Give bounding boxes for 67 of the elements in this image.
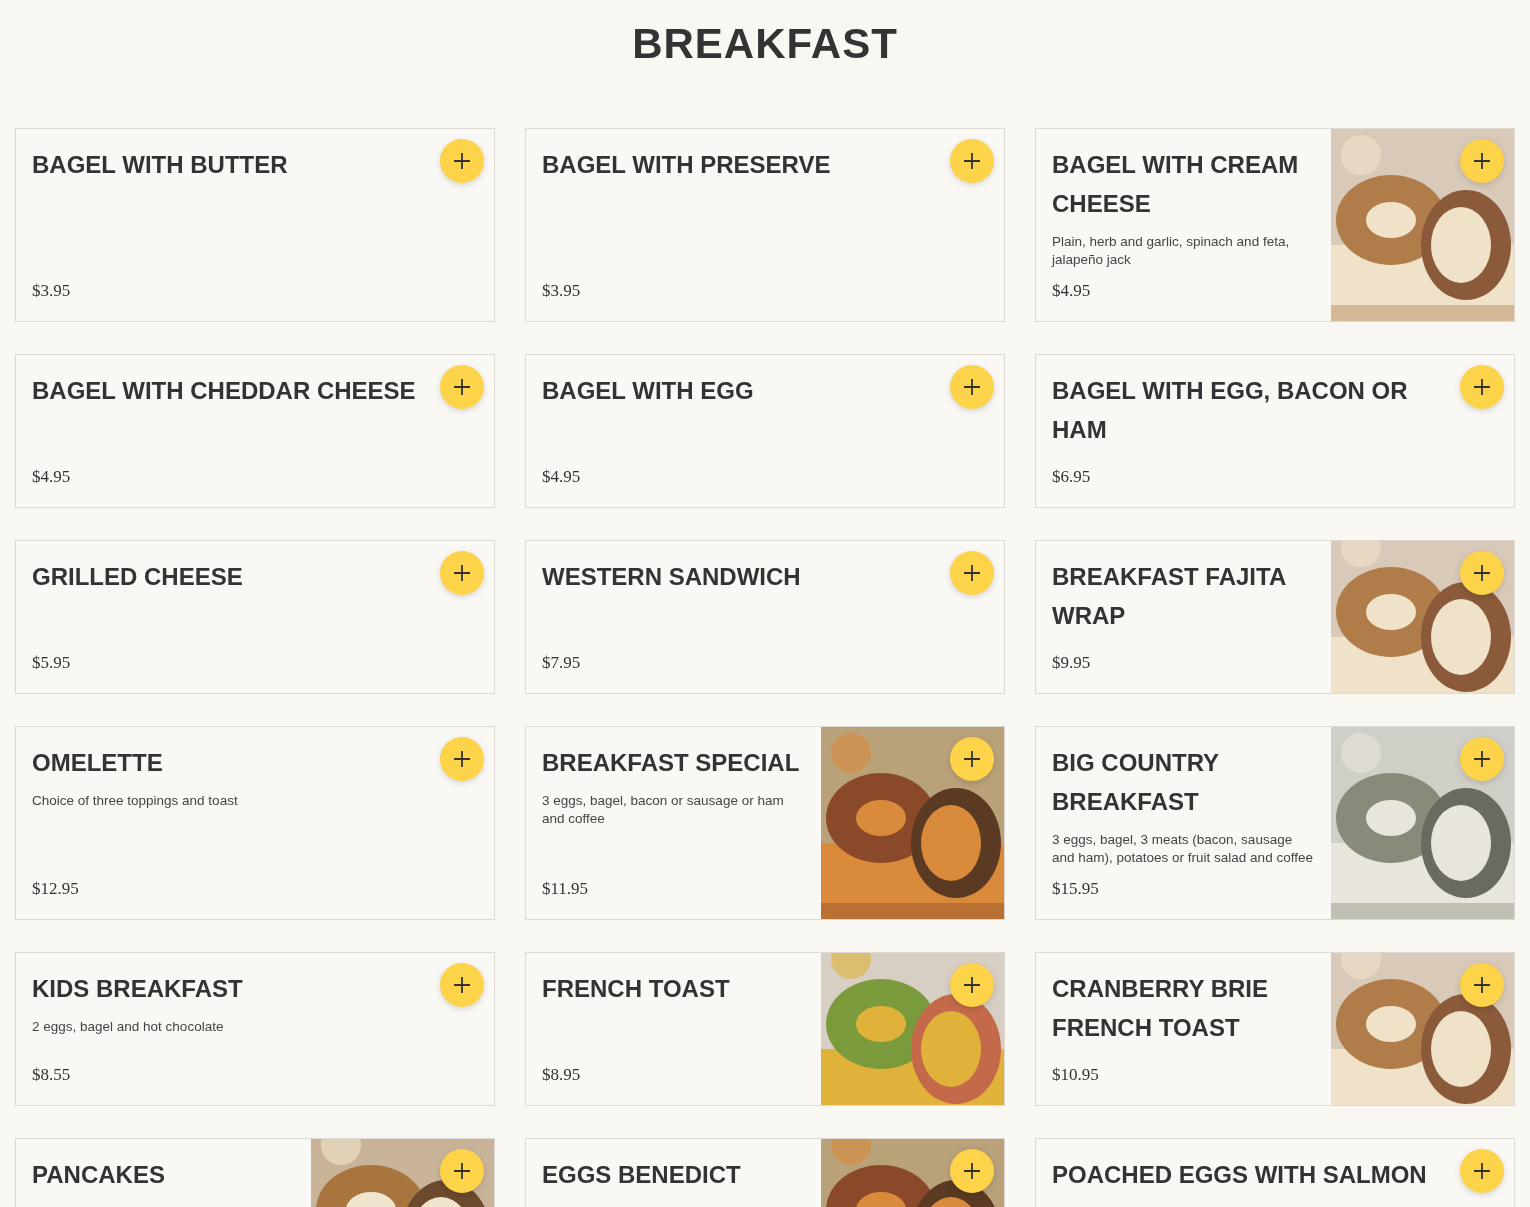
plus-icon (1473, 378, 1491, 396)
item-price: $6.95 (1052, 466, 1092, 487)
item-name: FRENCH TOAST (542, 974, 731, 1004)
item-name: BIG COUNTRY BREAKFAST (1052, 748, 1220, 817)
add-button[interactable] (440, 365, 484, 409)
item-price: $8.55 (32, 1064, 72, 1085)
plus-icon (963, 564, 981, 582)
plus-icon (1473, 750, 1491, 768)
plus-icon (1473, 152, 1491, 170)
plus-icon (963, 378, 981, 396)
item-name: BAGEL WITH PRESERVE (542, 150, 832, 180)
section-title: BREAKFAST (631, 19, 899, 69)
item-price: $5.95 (32, 652, 72, 673)
plus-icon (453, 564, 471, 582)
plus-icon (453, 1162, 471, 1180)
item-name: BAGEL WITH EGG, BACON OR HAM (1052, 376, 1409, 445)
item-price: $4.95 (1052, 280, 1092, 301)
plus-icon (453, 750, 471, 768)
add-button[interactable] (1460, 365, 1504, 409)
item-description: Choice of three toppings and toast (32, 792, 239, 810)
plus-icon (963, 152, 981, 170)
add-button[interactable] (1460, 1149, 1504, 1193)
item-price: $11.95 (542, 878, 590, 899)
item-name: OMELETTE (32, 748, 164, 778)
item-price: $12.95 (32, 878, 80, 899)
add-button[interactable] (950, 139, 994, 183)
item-description: 2 eggs, bagel and hot chocolate (32, 1018, 225, 1036)
item-price: $9.95 (1052, 652, 1092, 673)
add-button[interactable] (440, 963, 484, 1007)
item-name: POACHED EGGS WITH SALMON (1052, 1160, 1428, 1190)
item-description: 3 eggs, bagel, bacon or sausage or ham and coffee (542, 792, 785, 828)
item-name: KIDS BREAKFAST (32, 974, 244, 1004)
item-price: $3.95 (32, 280, 72, 301)
plus-icon (963, 750, 981, 768)
item-name: EGGS BENEDICT (542, 1160, 742, 1190)
item-name: BREAKFAST FAJITA WRAP (1052, 562, 1287, 631)
add-button[interactable] (950, 551, 994, 595)
plus-icon (453, 976, 471, 994)
item-description: 3 eggs, bagel, 3 meats (bacon, sausage and ham), potatoes or fruit salad and coffee (1052, 831, 1314, 867)
item-name: GRILLED CHEESE (32, 562, 244, 592)
item-name: BAGEL WITH CHEDDAR CHEESE (32, 376, 417, 406)
item-price: $15.95 (1052, 878, 1100, 899)
add-button[interactable] (440, 737, 484, 781)
plus-icon (453, 152, 471, 170)
item-price: $3.95 (542, 280, 582, 301)
add-button[interactable] (440, 139, 484, 183)
item-name: WESTERN SANDWICH (542, 562, 802, 592)
plus-icon (963, 976, 981, 994)
item-name: BREAKFAST SPECIAL (542, 748, 801, 778)
item-price: $10.95 (1052, 1064, 1100, 1085)
item-price: $4.95 (32, 466, 72, 487)
add-button[interactable] (950, 365, 994, 409)
plus-icon (963, 1162, 981, 1180)
plus-icon (1473, 976, 1491, 994)
plus-icon (453, 378, 471, 396)
item-name: BAGEL WITH EGG (542, 376, 755, 406)
item-price: $8.95 (542, 1064, 582, 1085)
item-price: $7.95 (542, 652, 582, 673)
item-price: $4.95 (542, 466, 582, 487)
item-name: CRANBERRY BRIE FRENCH TOAST (1052, 974, 1270, 1043)
plus-icon (1473, 1162, 1491, 1180)
item-name: BAGEL WITH BUTTER (32, 150, 289, 180)
item-name: BAGEL WITH CREAM CHEESE (1052, 150, 1300, 219)
add-button[interactable] (440, 551, 484, 595)
item-description: Plain, herb and garlic, spinach and feta, jalapeño jack (1052, 233, 1291, 269)
item-name: PANCAKES (32, 1160, 166, 1190)
plus-icon (1473, 564, 1491, 582)
